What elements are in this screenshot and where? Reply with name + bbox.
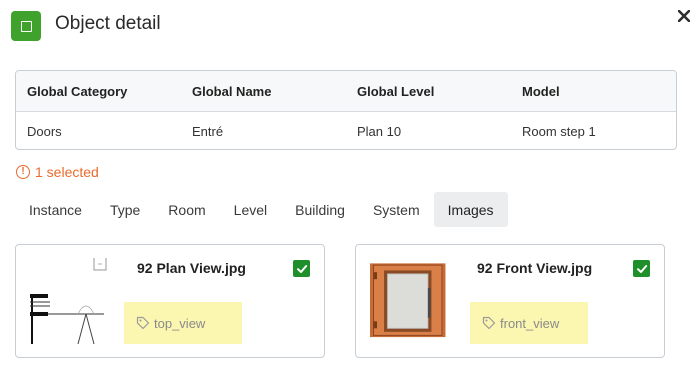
image-filename: 92 Front View.jpg [477,260,593,276]
table-cell: Room step 1 [522,124,596,139]
tab-images[interactable]: Images [433,192,508,227]
table-header-row: Global Category Global Name Global Level… [16,71,676,112]
plan-view-thumbnail [28,258,126,346]
selection-status: ! 1 selected [16,164,99,180]
tab-instance[interactable]: Instance [15,192,96,227]
column-header: Global Level [357,83,435,99]
image-card[interactable]: 92 Front View.jpg front_view [355,244,665,358]
checkmark-icon [296,264,307,273]
tag-icon [482,316,496,330]
tag-icon [136,316,150,330]
close-button[interactable] [675,7,693,25]
column-header: Global Name [192,83,272,99]
warning-icon: ! [16,165,30,179]
table-cell: Plan 10 [357,124,402,139]
tab-type[interactable]: Type [96,192,154,227]
image-tag: front_view [470,302,588,344]
object-icon [11,11,41,41]
attributes-table: Global Category Global Name Global Level… [15,70,677,150]
image-filename: 92 Plan View.jpg [137,260,246,276]
table-cell: Entré [192,124,224,139]
column-header: Global Category [27,83,128,99]
page-title: Object detail [55,13,161,34]
front-view-thumbnail [370,263,446,338]
tab-system[interactable]: System [359,192,434,227]
tab-level[interactable]: Level [220,192,281,227]
tag-label: front_view [500,315,560,331]
table-row: Doors Entré Plan 10 Room step 1 [16,112,676,149]
image-tag: top_view [124,302,242,344]
image-card[interactable]: 92 Plan View.jpg top_view [15,244,325,358]
table-cell: Doors [27,124,62,139]
column-header: Model [522,83,560,99]
selection-count: 1 selected [35,164,99,180]
checkmark-icon [636,264,647,273]
image-checkbox[interactable] [293,260,310,277]
tab-building[interactable]: Building [281,192,359,227]
close-icon [678,10,690,22]
image-checkbox[interactable] [633,260,650,277]
tab-room[interactable]: Room [154,192,219,227]
tab-bar: Instance Type Room Level Building System… [15,192,508,227]
tag-label: top_view [154,315,206,331]
